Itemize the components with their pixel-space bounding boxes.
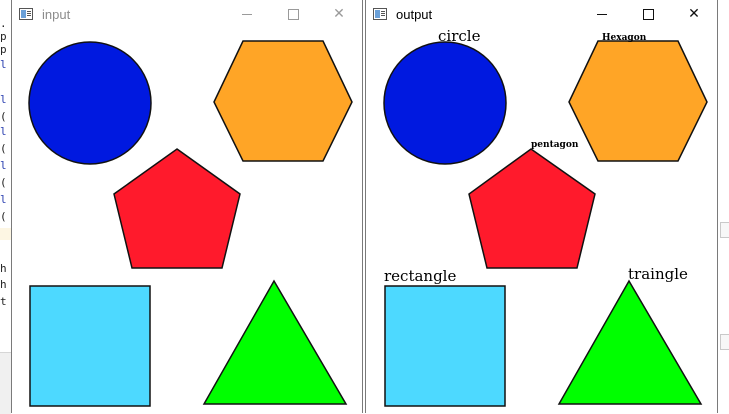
background-marker bbox=[720, 334, 729, 350]
close-icon: ✕ bbox=[688, 6, 700, 22]
maximize-icon bbox=[642, 8, 654, 20]
close-button[interactable]: ✕ bbox=[671, 0, 717, 28]
editor-fragment: l bbox=[0, 58, 7, 71]
green-triangle bbox=[557, 279, 703, 405]
circle-label: circle bbox=[438, 28, 481, 45]
window-controls: ✕ bbox=[224, 0, 362, 28]
maximize-button[interactable] bbox=[625, 0, 671, 28]
blue-circle bbox=[383, 41, 507, 165]
green-triangle bbox=[202, 279, 348, 405]
minimize-icon bbox=[242, 13, 252, 15]
output-canvas: circle Hexagon pentagon rectangle traing… bbox=[366, 28, 717, 413]
background-window-edge bbox=[718, 0, 729, 413]
window-controls: ✕ bbox=[579, 0, 717, 28]
cyan-rectangle bbox=[384, 285, 506, 407]
output-shapes: circle Hexagon pentagon rectangle traing… bbox=[383, 28, 708, 407]
editor-fragment: t bbox=[0, 295, 7, 308]
editor-fragment: l bbox=[0, 193, 7, 206]
maximize-button[interactable] bbox=[270, 0, 316, 28]
editor-fragment: h bbox=[0, 262, 7, 275]
minimize-icon bbox=[597, 13, 607, 15]
red-pentagon bbox=[468, 148, 596, 269]
editor-fragment: p bbox=[0, 43, 7, 56]
maximize-icon bbox=[287, 8, 299, 20]
input-canvas bbox=[12, 28, 362, 413]
window-title: input bbox=[42, 6, 71, 22]
editor-fragment: ( bbox=[0, 176, 7, 189]
editor-fragment: ( bbox=[0, 210, 7, 223]
orange-hexagon bbox=[213, 40, 353, 162]
window-app-icon bbox=[373, 8, 387, 20]
editor-fragment: ( bbox=[0, 110, 7, 123]
window-title: output bbox=[396, 6, 433, 22]
red-pentagon bbox=[113, 148, 241, 269]
editor-fragment: l bbox=[0, 93, 7, 106]
minimize-button[interactable] bbox=[579, 0, 625, 28]
editor-fragment: ( bbox=[0, 142, 7, 155]
triangle-label: traingle bbox=[628, 265, 688, 283]
close-button[interactable]: ✕ bbox=[316, 0, 362, 28]
input-window[interactable]: input ✕ bbox=[11, 0, 363, 413]
minimize-button[interactable] bbox=[224, 0, 270, 28]
input-window-titlebar[interactable]: input ✕ bbox=[12, 0, 362, 28]
background-panel-edge bbox=[0, 352, 11, 414]
editor-fragment: l bbox=[0, 159, 7, 172]
orange-hexagon bbox=[568, 40, 708, 162]
rectangle-label: rectangle bbox=[384, 267, 456, 285]
editor-fragment: l bbox=[0, 125, 7, 138]
close-icon: ✕ bbox=[333, 6, 345, 22]
editor-fragment: . bbox=[0, 17, 7, 30]
hexagon-label: Hexagon bbox=[602, 33, 647, 43]
cyan-rectangle bbox=[29, 285, 151, 407]
output-window-titlebar[interactable]: output ✕ bbox=[366, 0, 717, 28]
editor-fragment: p bbox=[0, 30, 7, 43]
editor-fragment: h bbox=[0, 278, 7, 291]
background-marker bbox=[720, 222, 729, 238]
blue-circle bbox=[28, 41, 152, 165]
window-app-icon bbox=[19, 8, 33, 20]
output-window[interactable]: output ✕ circle Hexagon pentagon rectang… bbox=[365, 0, 718, 413]
pentagon-label: pentagon bbox=[531, 140, 579, 150]
input-shapes bbox=[28, 40, 353, 407]
